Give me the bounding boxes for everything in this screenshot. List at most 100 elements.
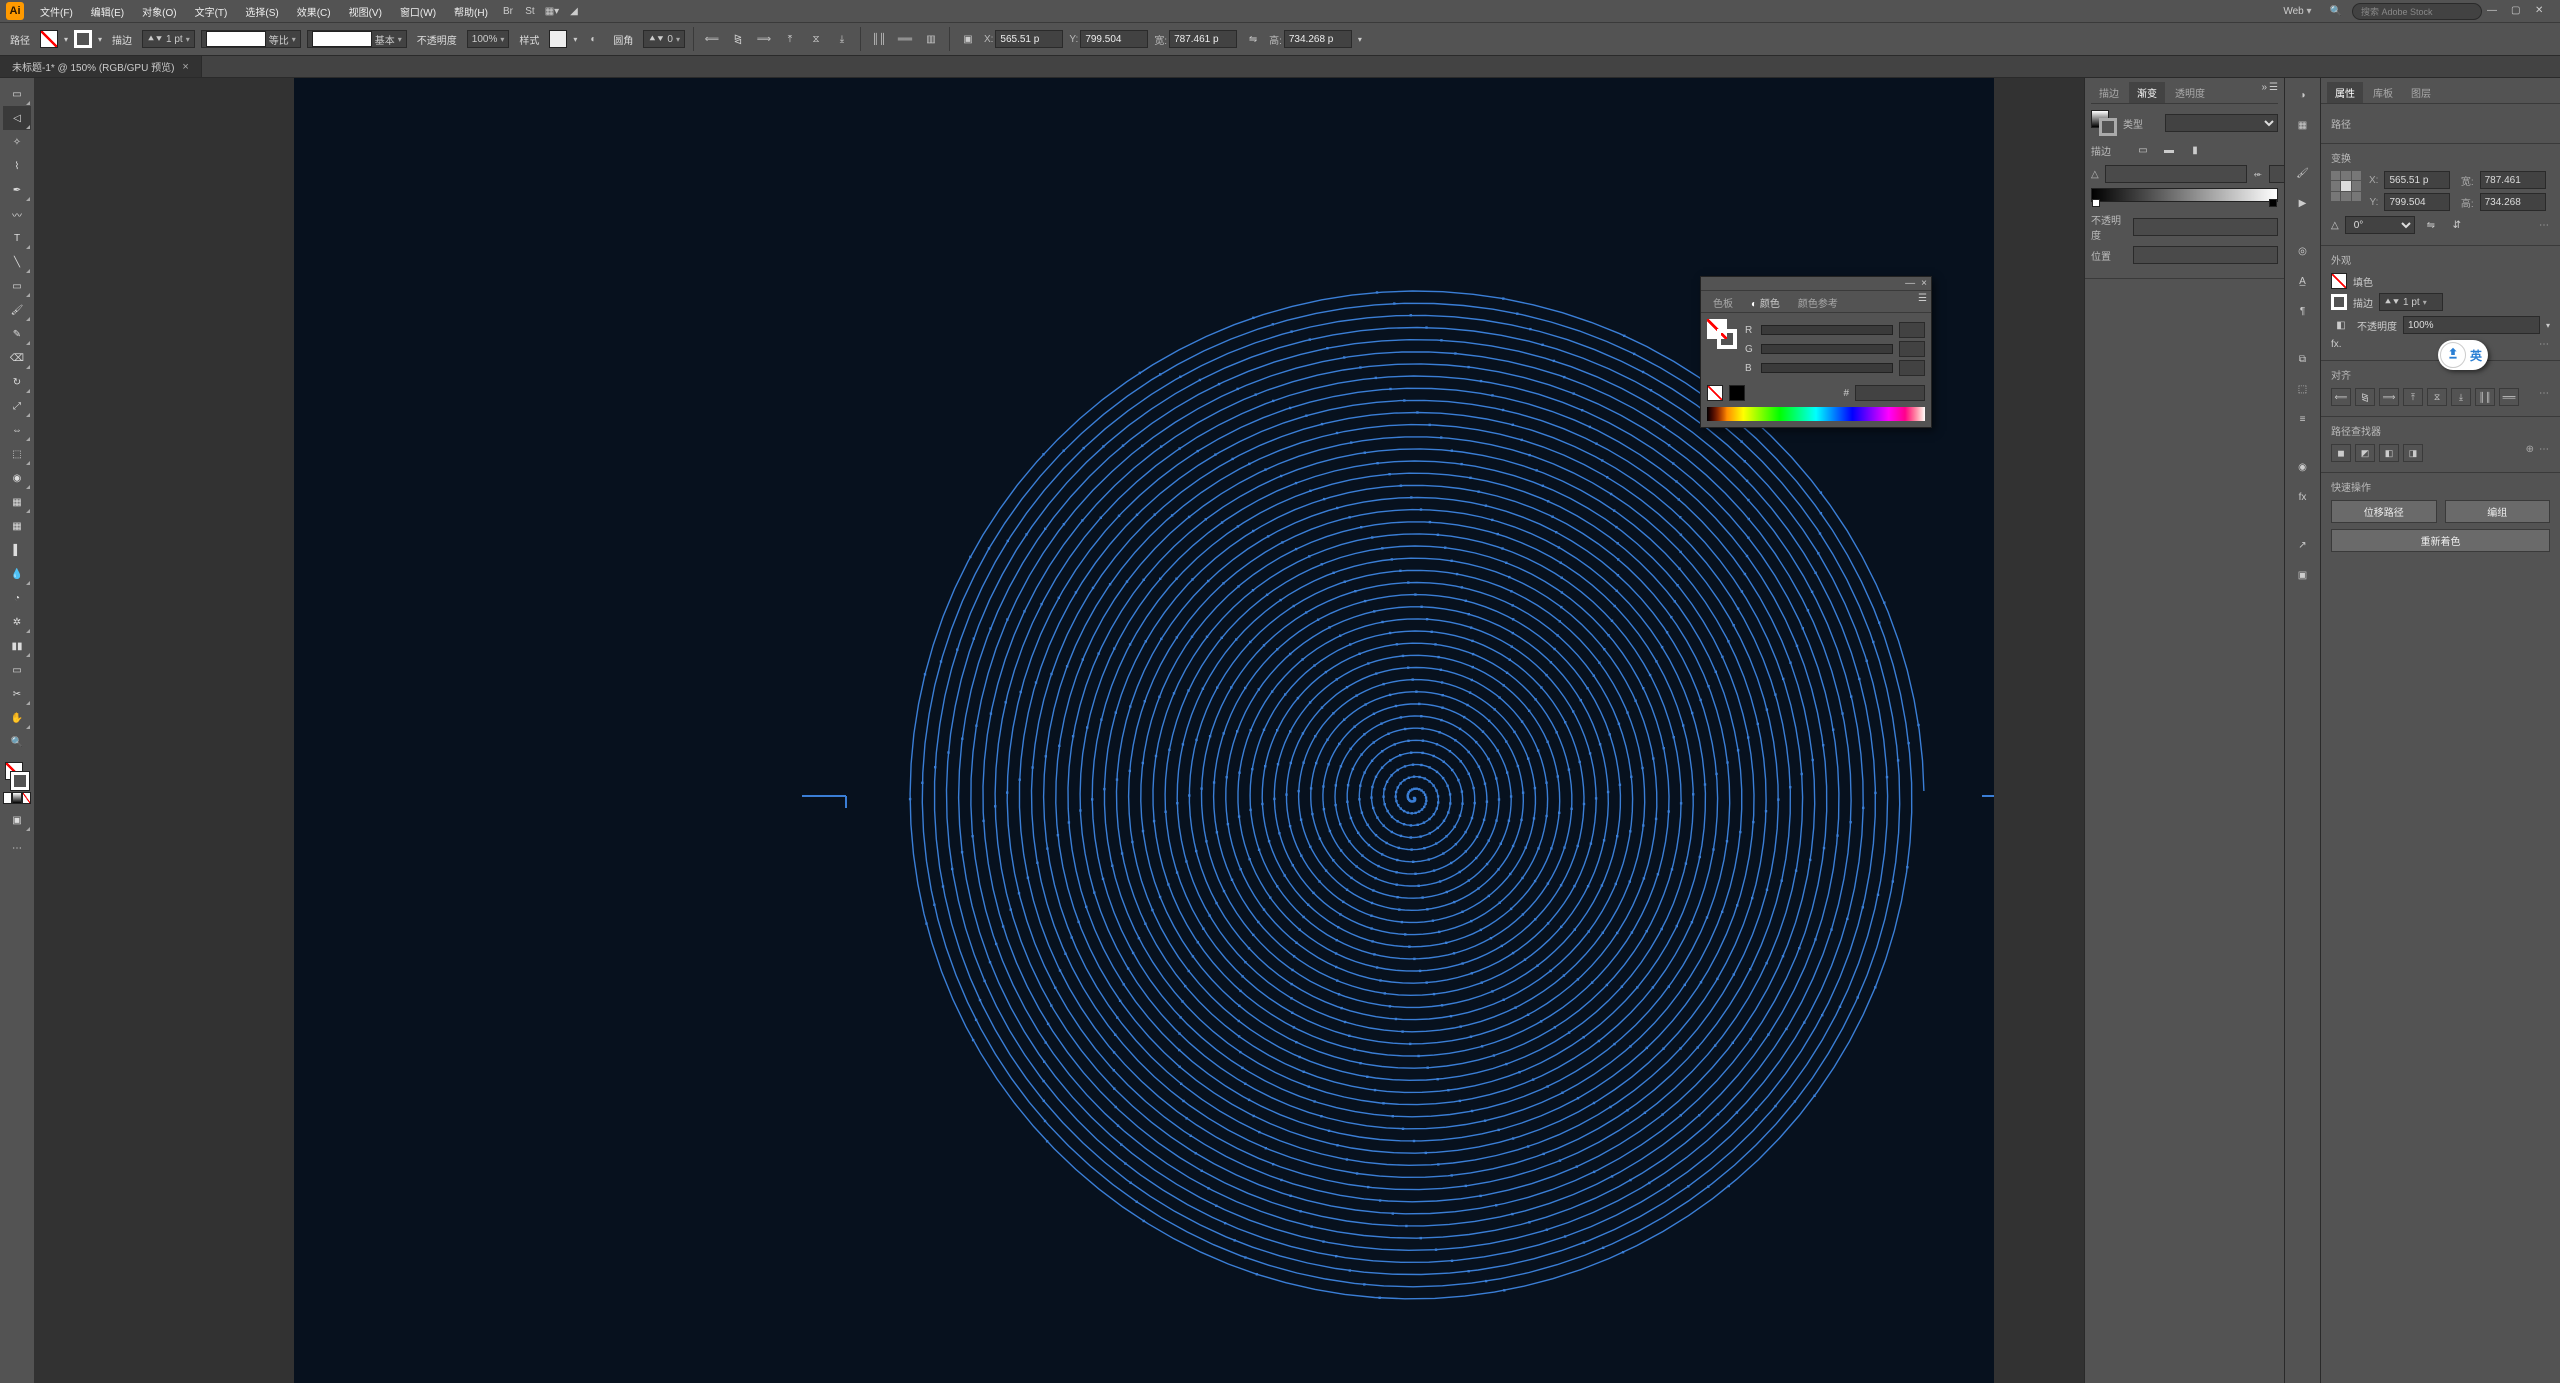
paintbrush-tool-icon[interactable]: 🖌 [3, 298, 31, 322]
stroke-swatch[interactable] [74, 30, 92, 48]
stroke-dropdown-icon[interactable]: ▾ [98, 35, 102, 44]
align-left-icon[interactable]: ⟸ [702, 29, 722, 49]
lasso-tool-icon[interactable]: ⌇ [3, 154, 31, 178]
prop-h-input[interactable] [2480, 193, 2546, 211]
window-close-icon[interactable]: ✕ [2535, 5, 2551, 17]
fill-stroke-swatch[interactable] [3, 760, 31, 792]
corner-radius-input[interactable]: ⯅⯆0▾ [643, 30, 685, 48]
fill-swatch[interactable] [40, 30, 58, 48]
line-tool-icon[interactable]: ╲ [3, 250, 31, 274]
zoom-tool-icon[interactable]: 🔍 [3, 730, 31, 754]
free-transform-tool-icon[interactable]: ⬚ [3, 442, 31, 466]
align-r-icon[interactable]: ⟹ [2379, 388, 2399, 406]
distribute-spacing-icon[interactable]: ▥ [921, 29, 941, 49]
transform-icon[interactable]: ▣ [958, 29, 978, 49]
search-icon[interactable]: 🔍 [2322, 4, 2350, 19]
symbol-sprayer-tool-icon[interactable]: ✲ [3, 610, 31, 634]
type-tool-icon[interactable]: T [3, 226, 31, 250]
gradient-tool-icon[interactable]: ▌ [3, 538, 31, 562]
stroke-weight-input[interactable]: ⯅⯆1 pt▾ [142, 30, 195, 48]
gradient-type-select[interactable] [2165, 114, 2278, 132]
screen-mode-icon[interactable]: ▣ [3, 808, 31, 832]
distribute-h-icon[interactable]: ║║ [869, 29, 889, 49]
menu-window[interactable]: 窗口(W) [392, 2, 444, 21]
align-t-icon[interactable]: ⤒ [2403, 388, 2423, 406]
tab-transparency[interactable]: 透明度 [2167, 82, 2213, 103]
gradient-stroke-along-icon[interactable]: ▬ [2159, 140, 2179, 160]
shaper-tool-icon[interactable]: ✎ [3, 322, 31, 346]
gradient-stroke-within-icon[interactable]: ▭ [2133, 140, 2153, 160]
gradient-angle-input[interactable] [2105, 165, 2247, 183]
gradient-stop-position-input[interactable] [2133, 246, 2278, 264]
bridge-icon[interactable]: Br [498, 1, 518, 21]
gradient-ramp[interactable] [2091, 188, 2278, 202]
workspace-switcher[interactable]: Web ▾ [2275, 4, 2319, 19]
recolor-icon[interactable]: ◐ [583, 29, 603, 49]
color-panel[interactable]: — × 色板 ◐ 颜色 颜色参考 ☰ R G B # [1700, 276, 1932, 428]
dock-color-icon[interactable]: ◑ [2292, 84, 2314, 106]
dock-graphic-styles-icon[interactable]: fx [2292, 486, 2314, 508]
shape-builder-tool-icon[interactable]: ◉ [3, 466, 31, 490]
document-tab[interactable]: 未标题-1* @ 150% (RGB/GPU 预览) × [0, 56, 202, 77]
gradient-aspect-icon[interactable]: ⬰ [2253, 164, 2263, 184]
width-tool-icon[interactable]: ⇔ [3, 418, 31, 442]
menu-edit[interactable]: 编辑(E) [83, 2, 132, 21]
align-hcenter-icon[interactable]: ⧎ [728, 29, 748, 49]
x-input[interactable] [995, 30, 1063, 48]
distribute-v-icon[interactable]: ══ [895, 29, 915, 49]
g-value-input[interactable] [1899, 341, 1925, 357]
align-more-icon[interactable]: ⋯ [2539, 388, 2550, 406]
fill-dropdown-icon[interactable]: ▾ [64, 35, 68, 44]
tab-libraries[interactable]: 库板 [2365, 82, 2401, 103]
hand-tool-icon[interactable]: ✋ [3, 706, 31, 730]
transform-more-icon[interactable]: ⋯ [2539, 220, 2550, 231]
panel-close-icon[interactable]: × [1921, 278, 1927, 289]
menu-file[interactable]: 文件(F) [32, 2, 81, 21]
dock-symbols-icon[interactable]: ▶ [2292, 192, 2314, 214]
prop-stroke-swatch[interactable] [2331, 294, 2347, 310]
menu-view[interactable]: 视图(V) [341, 2, 390, 21]
blend-tool-icon[interactable]: ◔ [3, 586, 31, 610]
appearance-more-icon[interactable]: ⋯ [2539, 339, 2550, 350]
pen-tool-icon[interactable]: ✒ [3, 178, 31, 202]
dock-character-icon[interactable]: A̲ [2292, 270, 2314, 292]
rectangle-tool-icon[interactable]: ▭ [3, 274, 31, 298]
offset-path-button[interactable]: 位移路径 [2331, 500, 2437, 523]
dock-appearance-icon[interactable]: ◉ [2292, 456, 2314, 478]
align-b-icon[interactable]: ⤓ [2451, 388, 2471, 406]
column-graph-tool-icon[interactable]: ▮▮ [3, 634, 31, 658]
color-panel-menu-icon[interactable]: ☰ [1918, 293, 1927, 312]
pathfinder-unite-icon[interactable]: ◼ [2331, 444, 2351, 462]
gradient-fillstroke-swatch[interactable] [2091, 110, 2117, 136]
recolor-button[interactable]: 重新着色 [2331, 529, 2550, 552]
w-input[interactable] [1169, 30, 1237, 48]
flip-v-icon[interactable]: ⇵ [2447, 215, 2467, 235]
align-hc-icon[interactable]: ⧎ [2355, 388, 2375, 406]
style-dropdown-icon[interactable]: ▾ [573, 35, 577, 44]
tab-swatches[interactable]: 色板 [1705, 293, 1741, 312]
eyedropper-tool-icon[interactable]: 💧 [3, 562, 31, 586]
variable-width-profile[interactable]: 等比▾ [201, 30, 301, 48]
dock-artboards-icon[interactable]: ▣ [2292, 564, 2314, 586]
tab-color-guide[interactable]: 颜色参考 [1790, 293, 1846, 312]
perspective-tool-icon[interactable]: ▦ [3, 490, 31, 514]
magic-wand-tool-icon[interactable]: ✧ [3, 130, 31, 154]
mesh-tool-icon[interactable]: ▦ [3, 514, 31, 538]
prop-stroke-weight-input[interactable]: ⯅⯆1 pt▾ [2379, 293, 2443, 311]
edit-toolbar-icon[interactable]: ⋯ [3, 836, 31, 860]
ime-indicator[interactable]: 英 [2438, 340, 2488, 370]
color-fillstroke-swatch[interactable] [1707, 319, 1737, 349]
close-tab-icon[interactable]: × [182, 61, 188, 73]
pathfinder-minus-icon[interactable]: ◩ [2355, 444, 2375, 462]
graphic-style-swatch[interactable] [549, 30, 567, 48]
pathfinder-expand-icon[interactable]: ⊕ [2526, 444, 2535, 462]
link-wh-icon[interactable]: ⇋ [1243, 29, 1263, 49]
opacity-input[interactable]: 100%▾ [467, 30, 510, 48]
r-value-input[interactable] [1899, 322, 1925, 338]
prop-fill-swatch[interactable] [2331, 273, 2347, 289]
prop-fx-label[interactable]: fx. [2331, 339, 2342, 350]
spiral-path-artwork[interactable] [294, 78, 1994, 1383]
menu-select[interactable]: 选择(S) [237, 2, 286, 21]
prop-y-input[interactable] [2384, 193, 2450, 211]
black-swatch-icon[interactable] [1729, 385, 1745, 401]
